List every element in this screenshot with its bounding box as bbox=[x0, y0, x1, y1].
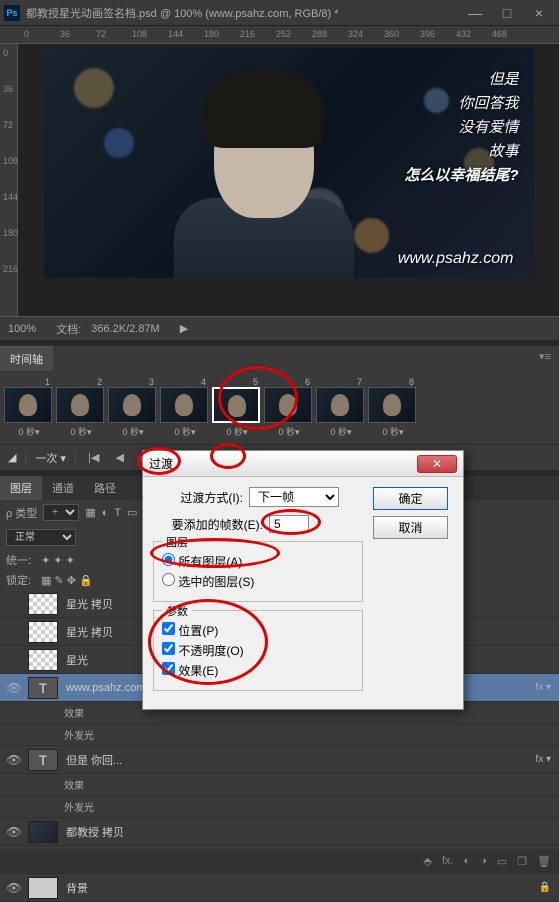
first-frame-button[interactable]: |◀ bbox=[85, 449, 103, 467]
new-layer-icon[interactable]: ❐ bbox=[517, 855, 527, 868]
group-icon[interactable]: ▭ bbox=[497, 855, 507, 868]
blend-mode-select[interactable]: 正常 bbox=[6, 529, 76, 546]
timeline-frame[interactable]: 10 秒▾ bbox=[4, 377, 54, 438]
opacity-checkbox[interactable]: 不透明度(O) bbox=[162, 642, 354, 659]
params-group-legend: 参数 bbox=[162, 603, 192, 619]
visibility-icon[interactable]: 👁 bbox=[4, 881, 24, 895]
tween-dialog: 过渡 ✕ 过渡方式(I): 下一帧 要添加的帧数(E): 图层 所有图层(A) … bbox=[142, 450, 464, 710]
layer-name[interactable]: 背景 bbox=[62, 880, 539, 896]
frames-to-add-label: 要添加的帧数(E): bbox=[153, 516, 263, 533]
layer-effect-item[interactable]: 外发光 bbox=[0, 724, 559, 746]
layer-thumbnail[interactable] bbox=[28, 821, 58, 843]
layer-thumbnail[interactable] bbox=[28, 593, 58, 615]
timeline-frame[interactable]: 70 秒▾ bbox=[316, 377, 366, 438]
filter-pixel-icon[interactable]: ▦ bbox=[85, 506, 95, 519]
timeline-frame[interactable]: 20 秒▾ bbox=[56, 377, 106, 438]
close-button[interactable]: × bbox=[523, 3, 555, 23]
params-group: 参数 位置(P) 不透明度(O) 效果(E) bbox=[153, 610, 363, 691]
layers-bottom-toolbar: ⬘ fx. ◐ ◑ ▭ ❐ 🗑 bbox=[0, 849, 559, 873]
layer-fx-icon[interactable]: fx. bbox=[442, 855, 454, 867]
zoom-level[interactable]: 100% bbox=[8, 323, 36, 335]
unify-icon[interactable]: ✦ ✦ ✦ bbox=[41, 554, 75, 567]
layers-group-legend: 图层 bbox=[162, 534, 192, 550]
delete-layer-icon[interactable]: 🗑 bbox=[537, 855, 551, 868]
lock-label: 锁定: bbox=[6, 572, 31, 588]
ok-button[interactable]: 确定 bbox=[373, 487, 448, 510]
link-layers-icon[interactable]: ⬘ bbox=[423, 855, 431, 868]
filter-text-icon[interactable]: T bbox=[114, 507, 121, 519]
document-title: 都教授星光动画签名档.psd @ 100% (www.psahz.com, RG… bbox=[26, 5, 459, 21]
effects-checkbox[interactable]: 效果(E) bbox=[162, 662, 354, 679]
timeline-frame[interactable]: 50 秒▾ bbox=[212, 377, 262, 438]
lock-icon[interactable]: ▦ ✎ ✥ 🔒 bbox=[41, 574, 93, 587]
ruler-vertical: 036 72108 144180 216 bbox=[0, 44, 18, 316]
tab-layers[interactable]: 图层 bbox=[0, 476, 42, 500]
layer-row[interactable]: 👁 都教授 拷贝 bbox=[0, 818, 559, 846]
editor-area: 036 72108 144180 216 但是 你回答我 没有爱情 故事 怎么以… bbox=[0, 44, 559, 316]
layer-fx-indicator[interactable]: fx ▾ bbox=[535, 754, 551, 765]
adjustment-layer-icon[interactable]: ◑ bbox=[480, 855, 487, 867]
filter-kind-label: ρ 类型 bbox=[6, 505, 37, 521]
selected-layers-radio[interactable]: 选中的图层(S) bbox=[162, 573, 354, 590]
ruler-horizontal: 036 72108 144180 216252 288324 360396 43… bbox=[0, 26, 559, 44]
filter-shape-icon[interactable]: ▭ bbox=[127, 506, 137, 519]
prev-frame-button[interactable]: ◀ bbox=[111, 449, 129, 467]
frames-to-add-input[interactable] bbox=[269, 515, 309, 533]
layer-name[interactable]: 但是 你回... bbox=[62, 752, 535, 768]
visibility-icon[interactable]: 👁 bbox=[4, 825, 24, 839]
dialog-title-text: 过渡 bbox=[149, 455, 417, 472]
timeline-frames: 10 秒▾20 秒▾30 秒▾40 秒▾50 秒▾60 秒▾70 秒▾80 秒▾ bbox=[0, 371, 559, 444]
timeline-frame[interactable]: 60 秒▾ bbox=[264, 377, 314, 438]
status-bar: 100% 文档: 366.2K/2.87M ▶ bbox=[0, 316, 559, 340]
timeline-frame[interactable]: 30 秒▾ bbox=[108, 377, 158, 438]
tween-method-select[interactable]: 下一帧 bbox=[249, 487, 339, 507]
layer-thumbnail[interactable] bbox=[28, 877, 58, 899]
cancel-button[interactable]: 取消 bbox=[373, 516, 448, 539]
minimize-button[interactable]: — bbox=[459, 3, 491, 23]
window-titlebar: Ps 都教授星光动画签名档.psd @ 100% (www.psahz.com,… bbox=[0, 0, 559, 26]
dialog-close-button[interactable]: ✕ bbox=[417, 455, 457, 473]
timeline-tab[interactable]: 时间轴 bbox=[0, 346, 53, 371]
doc-info-label: 文档: bbox=[56, 321, 81, 337]
layer-fx-indicator[interactable]: fx ▾ bbox=[535, 682, 551, 693]
filter-adjust-icon[interactable]: ◐ bbox=[102, 507, 109, 519]
tab-paths[interactable]: 路径 bbox=[84, 476, 126, 500]
corner-icon[interactable]: ◢ bbox=[8, 451, 16, 464]
tab-channels[interactable]: 通道 bbox=[42, 476, 84, 500]
layers-group: 图层 所有图层(A) 选中的图层(S) bbox=[153, 541, 363, 602]
layer-effect-item[interactable]: 外发光 bbox=[0, 796, 559, 818]
ps-logo-icon: Ps bbox=[4, 5, 20, 21]
visibility-icon[interactable]: 👁 bbox=[4, 753, 24, 767]
layer-effect-item[interactable]: 效果 bbox=[0, 774, 559, 796]
layer-mask-icon[interactable]: ◐ bbox=[463, 855, 470, 867]
doc-info-value: 366.2K/2.87M bbox=[91, 323, 160, 335]
filter-kind-select[interactable]: ÷ bbox=[43, 504, 79, 521]
maximize-button[interactable]: □ bbox=[491, 3, 523, 23]
timeline-menu-icon[interactable]: ▾≡ bbox=[531, 346, 559, 367]
loop-selector[interactable]: 一次 ▾ bbox=[35, 450, 66, 466]
layer-thumbnail[interactable]: T bbox=[28, 749, 58, 771]
layer-row[interactable]: 👁 背景🔒 bbox=[0, 874, 559, 902]
overlay-text: 但是 你回答我 没有爱情 故事 怎么以幸福结尾? bbox=[404, 68, 518, 188]
timeline-frame[interactable]: 40 秒▾ bbox=[160, 377, 210, 438]
canvas-content[interactable]: 但是 你回答我 没有爱情 故事 怎么以幸福结尾? www.psahz.com bbox=[44, 48, 534, 278]
watermark-text: www.psahz.com bbox=[398, 250, 514, 268]
tween-method-label: 过渡方式(I): bbox=[153, 489, 243, 506]
all-layers-radio[interactable]: 所有图层(A) bbox=[162, 553, 354, 570]
status-play-icon[interactable]: ▶ bbox=[180, 322, 188, 335]
layer-thumbnail[interactable] bbox=[28, 649, 58, 671]
layer-thumbnail[interactable]: T bbox=[28, 677, 58, 699]
layer-name[interactable]: 都教授 拷贝 bbox=[62, 824, 551, 840]
visibility-icon[interactable]: 👁 bbox=[4, 681, 24, 695]
portrait-image bbox=[174, 58, 354, 278]
layer-thumbnail[interactable] bbox=[28, 621, 58, 643]
dialog-titlebar[interactable]: 过渡 ✕ bbox=[143, 451, 463, 477]
canvas-viewport[interactable]: 但是 你回答我 没有爱情 故事 怎么以幸福结尾? www.psahz.com bbox=[18, 44, 559, 316]
layer-row[interactable]: 👁 T但是 你回...fx ▾ bbox=[0, 746, 559, 774]
layer-fx-indicator[interactable]: 🔒 bbox=[539, 882, 551, 893]
position-checkbox[interactable]: 位置(P) bbox=[162, 622, 354, 639]
unify-label: 统一: bbox=[6, 552, 31, 568]
timeline-frame[interactable]: 80 秒▾ bbox=[368, 377, 418, 438]
